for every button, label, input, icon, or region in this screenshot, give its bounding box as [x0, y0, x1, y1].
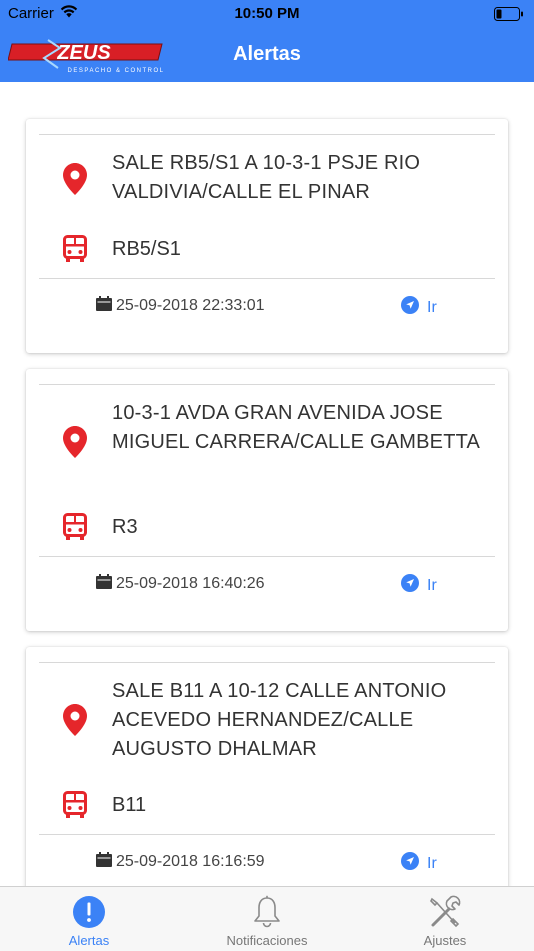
page-title: Alertas: [233, 43, 301, 65]
alert-address: 10-3-1 AVDA GRAN AVENIDA JOSE MIGUEL CAR…: [112, 402, 481, 453]
tab-label: Notificaciones: [226, 933, 308, 948]
battery-icon: [494, 7, 524, 25]
alert-card: SALE B11 A 10-12 CALLE ANTONIO ACEVEDO H…: [26, 647, 508, 886]
calendar-icon: [96, 852, 112, 872]
tab-notificaciones[interactable]: Notificaciones: [178, 887, 356, 951]
alerts-list[interactable]: SALE RB5/S1 A 10-3-1 PSJE RIO VALDIVIA/C…: [0, 82, 534, 886]
navbar: ZEUS DESPACHO & CONTROL Alertas: [0, 28, 534, 82]
go-button-label: Ir: [427, 298, 437, 316]
card-divider: [39, 834, 495, 835]
card-top-divider: [39, 134, 495, 135]
bus-icon: [62, 791, 88, 824]
alert-address: SALE RB5/S1 A 10-3-1 PSJE RIO VALDIVIA/C…: [112, 152, 421, 203]
alert-address: SALE B11 A 10-12 CALLE ANTONIO ACEVEDO H…: [112, 680, 447, 760]
go-button[interactable]: Ir: [401, 852, 437, 875]
card-top-divider: [39, 384, 495, 385]
logo-subtext: DESPACHO & CONTROL: [68, 68, 165, 74]
alert-datetime: 25-09-2018 16:40:26: [96, 574, 265, 594]
alert-circle-icon: [72, 895, 106, 929]
alert-datetime: 25-09-2018 22:33:01: [96, 296, 265, 316]
card-top-divider: [39, 662, 495, 663]
navigate-icon: [401, 296, 419, 319]
bus-icon: [62, 513, 88, 546]
alert-datetime-text: 25-09-2018 16:40:26: [116, 575, 265, 592]
alert-card: SALE RB5/S1 A 10-3-1 PSJE RIO VALDIVIA/C…: [26, 119, 508, 353]
alert-route: RB5/S1: [112, 238, 181, 260]
alert-datetime-text: 25-09-2018 16:16:59: [116, 853, 265, 870]
tab-alertas[interactable]: Alertas: [0, 887, 178, 951]
calendar-icon: [96, 574, 112, 594]
alert-card: 10-3-1 AVDA GRAN AVENIDA JOSE MIGUEL CAR…: [26, 369, 508, 631]
calendar-icon: [96, 296, 112, 316]
location-pin-icon: [62, 426, 88, 463]
go-button-label: Ir: [427, 576, 437, 594]
bell-icon: [252, 895, 282, 929]
location-pin-icon: [62, 163, 88, 200]
bus-icon: [62, 235, 88, 268]
tab-label: Ajustes: [423, 933, 467, 948]
alert-datetime-text: 25-09-2018 22:33:01: [116, 297, 265, 314]
card-divider: [39, 556, 495, 557]
go-button-label: Ir: [427, 854, 437, 872]
card-divider: [39, 278, 495, 279]
tab-bar: Alertas Notificaciones Ajustes: [0, 886, 534, 951]
tab-ajustes[interactable]: Ajustes: [356, 887, 534, 951]
go-button[interactable]: Ir: [401, 574, 437, 597]
status-time: 10:50 PM: [234, 5, 300, 22]
go-button[interactable]: Ir: [401, 296, 437, 319]
navigate-icon: [401, 852, 419, 875]
location-pin-icon: [62, 704, 88, 741]
alert-datetime: 25-09-2018 16:16:59: [96, 852, 265, 872]
navigate-icon: [401, 574, 419, 597]
alert-route: R3: [112, 516, 138, 538]
status-bar: Carrier 10:50 PM: [0, 0, 534, 28]
alert-route: B11: [112, 794, 147, 816]
tools-icon: [427, 895, 463, 929]
tab-label: Alertas: [68, 933, 110, 948]
